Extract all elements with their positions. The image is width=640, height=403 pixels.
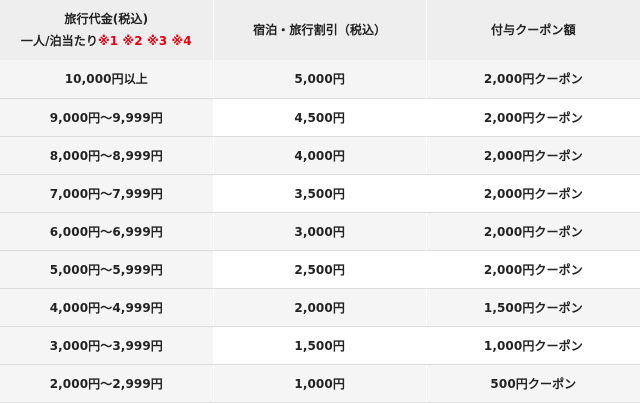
table-row: 5,000円〜5,999円 2,500円 2,000円クーポン [0,250,640,289]
discount-cell: 1,500円 [213,326,427,365]
discount-cell: 5,000円 [213,60,427,99]
price-cell: 5,000円〜5,999円 [0,250,214,289]
discount-cell: 4,500円 [213,98,427,137]
discount-table: 旅行代金(税込) 一人/泊当たり※1 ※2 ※3 ※4 宿泊・旅行割引（税込） … [0,0,640,403]
discount-cell: 2,500円 [213,250,427,289]
header-discount: 宿泊・旅行割引（税込） [213,0,427,60]
header-coupon: 付与クーポン額 [426,0,640,60]
discount-cell: 4,000円 [213,136,427,175]
price-cell: 7,000円〜7,999円 [0,174,214,213]
coupon-cell: 2,000円クーポン [426,98,640,137]
table-row: 2,000円〜2,999円 1,000円 500円クーポン [0,364,640,403]
price-cell: 2,000円〜2,999円 [0,364,214,403]
table-row: 7,000円〜7,999円 3,500円 2,000円クーポン [0,174,640,213]
header-price-line2: 一人/泊当たり※1 ※2 ※3 ※4 [0,30,213,52]
table-row: 3,000円〜3,999円 1,500円 1,000円クーポン [0,326,640,365]
note-link-4[interactable]: ※4 [171,34,191,48]
table-row: 9,000円〜9,999円 4,500円 2,000円クーポン [0,98,640,137]
note-link-1[interactable]: ※1 [98,34,118,48]
coupon-cell: 1,500円クーポン [426,288,640,327]
coupon-cell: 500円クーポン [426,364,640,403]
coupon-cell: 2,000円クーポン [426,174,640,213]
table-row: 6,000円〜6,999円 3,000円 2,000円クーポン [0,212,640,251]
price-cell: 8,000円〜8,999円 [0,136,214,175]
discount-cell: 2,000円 [213,288,427,327]
note-link-2[interactable]: ※2 [122,34,142,48]
table-row: 8,000円〜8,999円 4,000円 2,000円クーポン [0,136,640,175]
table-row: 4,000円〜4,999円 2,000円 1,500円クーポン [0,288,640,327]
price-cell: 6,000円〜6,999円 [0,212,214,251]
coupon-cell: 2,000円クーポン [426,212,640,251]
coupon-cell: 2,000円クーポン [426,60,640,99]
coupon-cell: 2,000円クーポン [426,250,640,289]
header-price-line2-prefix: 一人/泊当たり [20,34,98,48]
note-link-3[interactable]: ※3 [147,34,167,48]
header-price: 旅行代金(税込) 一人/泊当たり※1 ※2 ※3 ※4 [0,0,214,60]
table-body: 10,000円以上 5,000円 2,000円クーポン 9,000円〜9,999… [0,60,640,403]
header-row: 旅行代金(税込) 一人/泊当たり※1 ※2 ※3 ※4 宿泊・旅行割引（税込） … [0,0,640,60]
coupon-cell: 1,000円クーポン [426,326,640,365]
discount-cell: 3,500円 [213,174,427,213]
price-cell: 10,000円以上 [0,60,214,99]
price-cell: 3,000円〜3,999円 [0,326,214,365]
coupon-cell: 2,000円クーポン [426,136,640,175]
price-cell: 4,000円〜4,999円 [0,288,214,327]
discount-cell: 3,000円 [213,212,427,251]
header-price-line1: 旅行代金(税込) [64,12,149,26]
discount-cell: 1,000円 [213,364,427,403]
price-cell: 9,000円〜9,999円 [0,98,214,137]
table-row: 10,000円以上 5,000円 2,000円クーポン [0,60,640,99]
table-header: 旅行代金(税込) 一人/泊当たり※1 ※2 ※3 ※4 宿泊・旅行割引（税込） … [0,0,640,60]
